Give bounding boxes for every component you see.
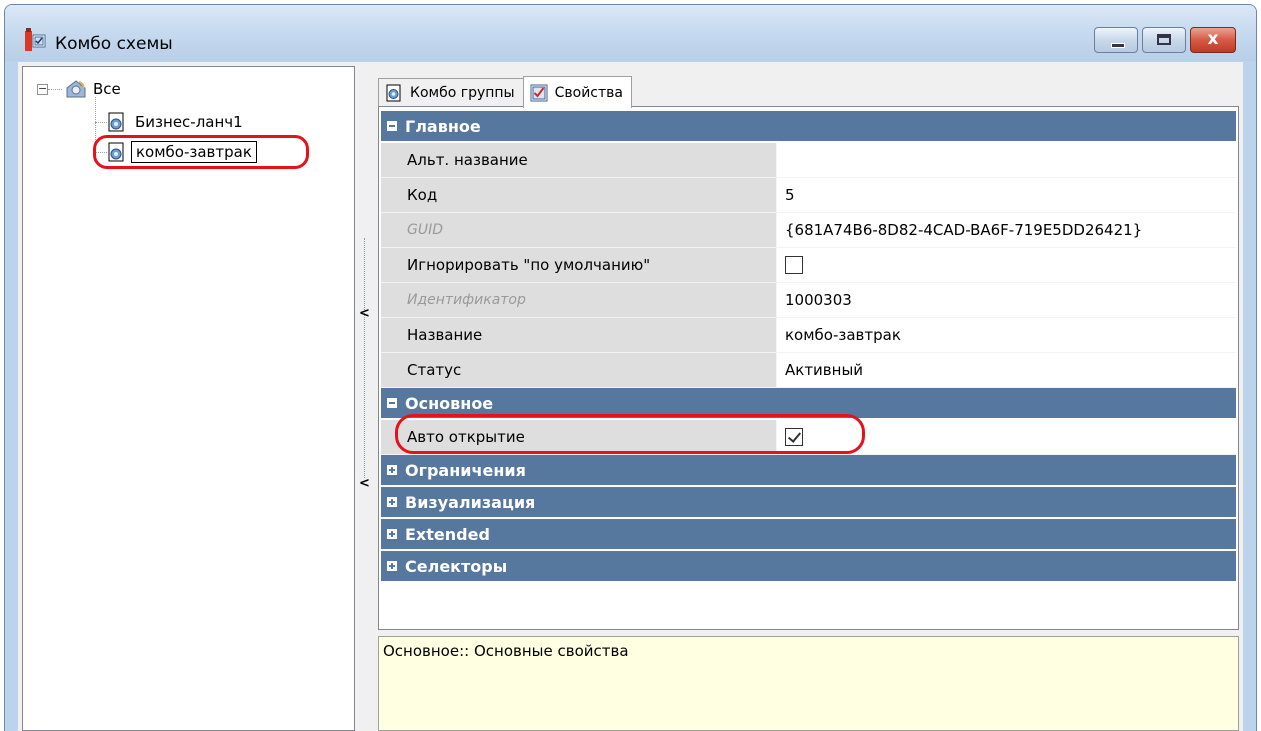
- category-label: Ограничения: [405, 460, 526, 480]
- ignore-default-checkbox[interactable]: [785, 256, 803, 274]
- tab-strip: Комбо группы Свойства: [378, 76, 632, 108]
- properties-panel: Комбо группы Свойства Главное Альт. назв…: [374, 62, 1243, 731]
- expand-icon[interactable]: [387, 497, 397, 507]
- expand-icon[interactable]: [387, 561, 397, 571]
- window-title: Комбо схемы: [55, 34, 173, 54]
- category-label: Extended: [405, 524, 490, 544]
- maximize-icon: [1157, 34, 1171, 45]
- expand-icon[interactable]: [387, 529, 397, 539]
- combo-node-icon: [108, 112, 124, 132]
- minimize-icon: [1111, 43, 1125, 48]
- property-name: Игнорировать "по умолчанию": [381, 248, 777, 282]
- category-visualization[interactable]: Визуализация: [381, 487, 1236, 519]
- property-value[interactable]: 5: [777, 178, 1236, 212]
- tree-node-business-lunch[interactable]: Бизнес-ланч1: [107, 111, 247, 133]
- property-row[interactable]: GUID {681A74B6-8D82-4CAD-BA6F-719E5DD264…: [381, 213, 1236, 248]
- description-panel: Основное:: Основные свойства: [378, 636, 1239, 731]
- category-label: Главное: [405, 116, 481, 136]
- collapse-icon[interactable]: [387, 398, 397, 408]
- category-label: Селекторы: [405, 556, 508, 576]
- property-row[interactable]: Название комбо-завтрак: [381, 318, 1236, 353]
- collapse-icon[interactable]: [387, 121, 397, 131]
- maximize-button[interactable]: [1142, 27, 1186, 53]
- property-row[interactable]: Идентификатор 1000303: [381, 283, 1236, 318]
- tree-node-all[interactable]: Все: [63, 78, 125, 100]
- tab-label: Комбо группы: [410, 85, 515, 101]
- expand-icon[interactable]: [387, 465, 397, 475]
- property-row[interactable]: Альт. название: [381, 143, 1236, 178]
- title-bar[interactable]: Комбо схемы x: [5, 5, 1256, 61]
- collapse-arrow-icon[interactable]: <: [359, 306, 370, 321]
- tab-properties[interactable]: Свойства: [522, 76, 632, 108]
- minimize-button[interactable]: [1094, 27, 1138, 53]
- property-grid[interactable]: Главное Альт. название Код 5 GUID {681A7…: [378, 106, 1239, 630]
- category-selectors[interactable]: Селекторы: [381, 551, 1236, 583]
- combo-group-icon: [386, 84, 401, 102]
- expand-collapse-toggle[interactable]: −: [37, 83, 48, 95]
- property-name: GUID: [381, 213, 777, 247]
- property-grid-body: Главное Альт. название Код 5 GUID {681A7…: [381, 111, 1236, 583]
- property-name: Код: [381, 178, 777, 212]
- combo-schemes-window: Комбо схемы x − Все Бизнес-ланч1 комбо-з…: [4, 4, 1257, 731]
- property-row[interactable]: Игнорировать "по умолчанию": [381, 248, 1236, 283]
- category-restrictions[interactable]: Ограничения: [381, 455, 1236, 487]
- property-value[interactable]: 1000303: [777, 283, 1236, 317]
- tree-connector: [48, 89, 62, 90]
- tree-node-label: Бизнес-ланч1: [135, 113, 243, 131]
- splitter-grip: [364, 238, 365, 478]
- tab-label: Свойства: [554, 84, 623, 101]
- folder-icon: [66, 80, 86, 98]
- property-row[interactable]: Авто открытие: [381, 414, 1236, 455]
- category-label: Визуализация: [405, 492, 536, 512]
- close-button[interactable]: x: [1190, 27, 1236, 53]
- property-name: Статус: [381, 353, 777, 387]
- category-label: Основное: [405, 393, 494, 413]
- collapse-arrow-icon[interactable]: <: [359, 476, 370, 491]
- category-main[interactable]: Главное: [381, 111, 1236, 143]
- highlight-annotation: [93, 135, 309, 169]
- property-name: Название: [381, 318, 777, 352]
- panel-splitter[interactable]: < <: [358, 66, 370, 731]
- property-value[interactable]: [777, 248, 1236, 282]
- tree-node-label: Все: [93, 80, 121, 98]
- close-icon: x: [1207, 29, 1219, 49]
- highlight-annotation: [395, 414, 865, 454]
- combo-tree[interactable]: − Все Бизнес-ланч1 комбо-завтрак: [22, 66, 355, 731]
- property-row[interactable]: Код 5: [381, 178, 1236, 213]
- app-icon: [25, 28, 46, 51]
- tab-combo-groups[interactable]: Комбо группы: [378, 78, 524, 107]
- property-row[interactable]: Статус Активный: [381, 353, 1236, 388]
- window-client-area: − Все Бизнес-ланч1 комбо-завтрак < < Ком…: [18, 62, 1243, 731]
- properties-icon: [530, 84, 548, 101]
- property-value[interactable]: {681A74B6-8D82-4CAD-BA6F-719E5DD26421}: [777, 213, 1236, 247]
- category-extended[interactable]: Extended: [381, 519, 1236, 551]
- property-name: Идентификатор: [381, 283, 777, 317]
- property-name: Альт. название: [381, 143, 777, 177]
- tree-connector: [95, 122, 107, 123]
- property-value[interactable]: Активный: [777, 353, 1236, 387]
- caption-buttons: x: [1090, 27, 1236, 53]
- property-value[interactable]: [777, 143, 1236, 177]
- property-value[interactable]: комбо-завтрак: [777, 318, 1236, 352]
